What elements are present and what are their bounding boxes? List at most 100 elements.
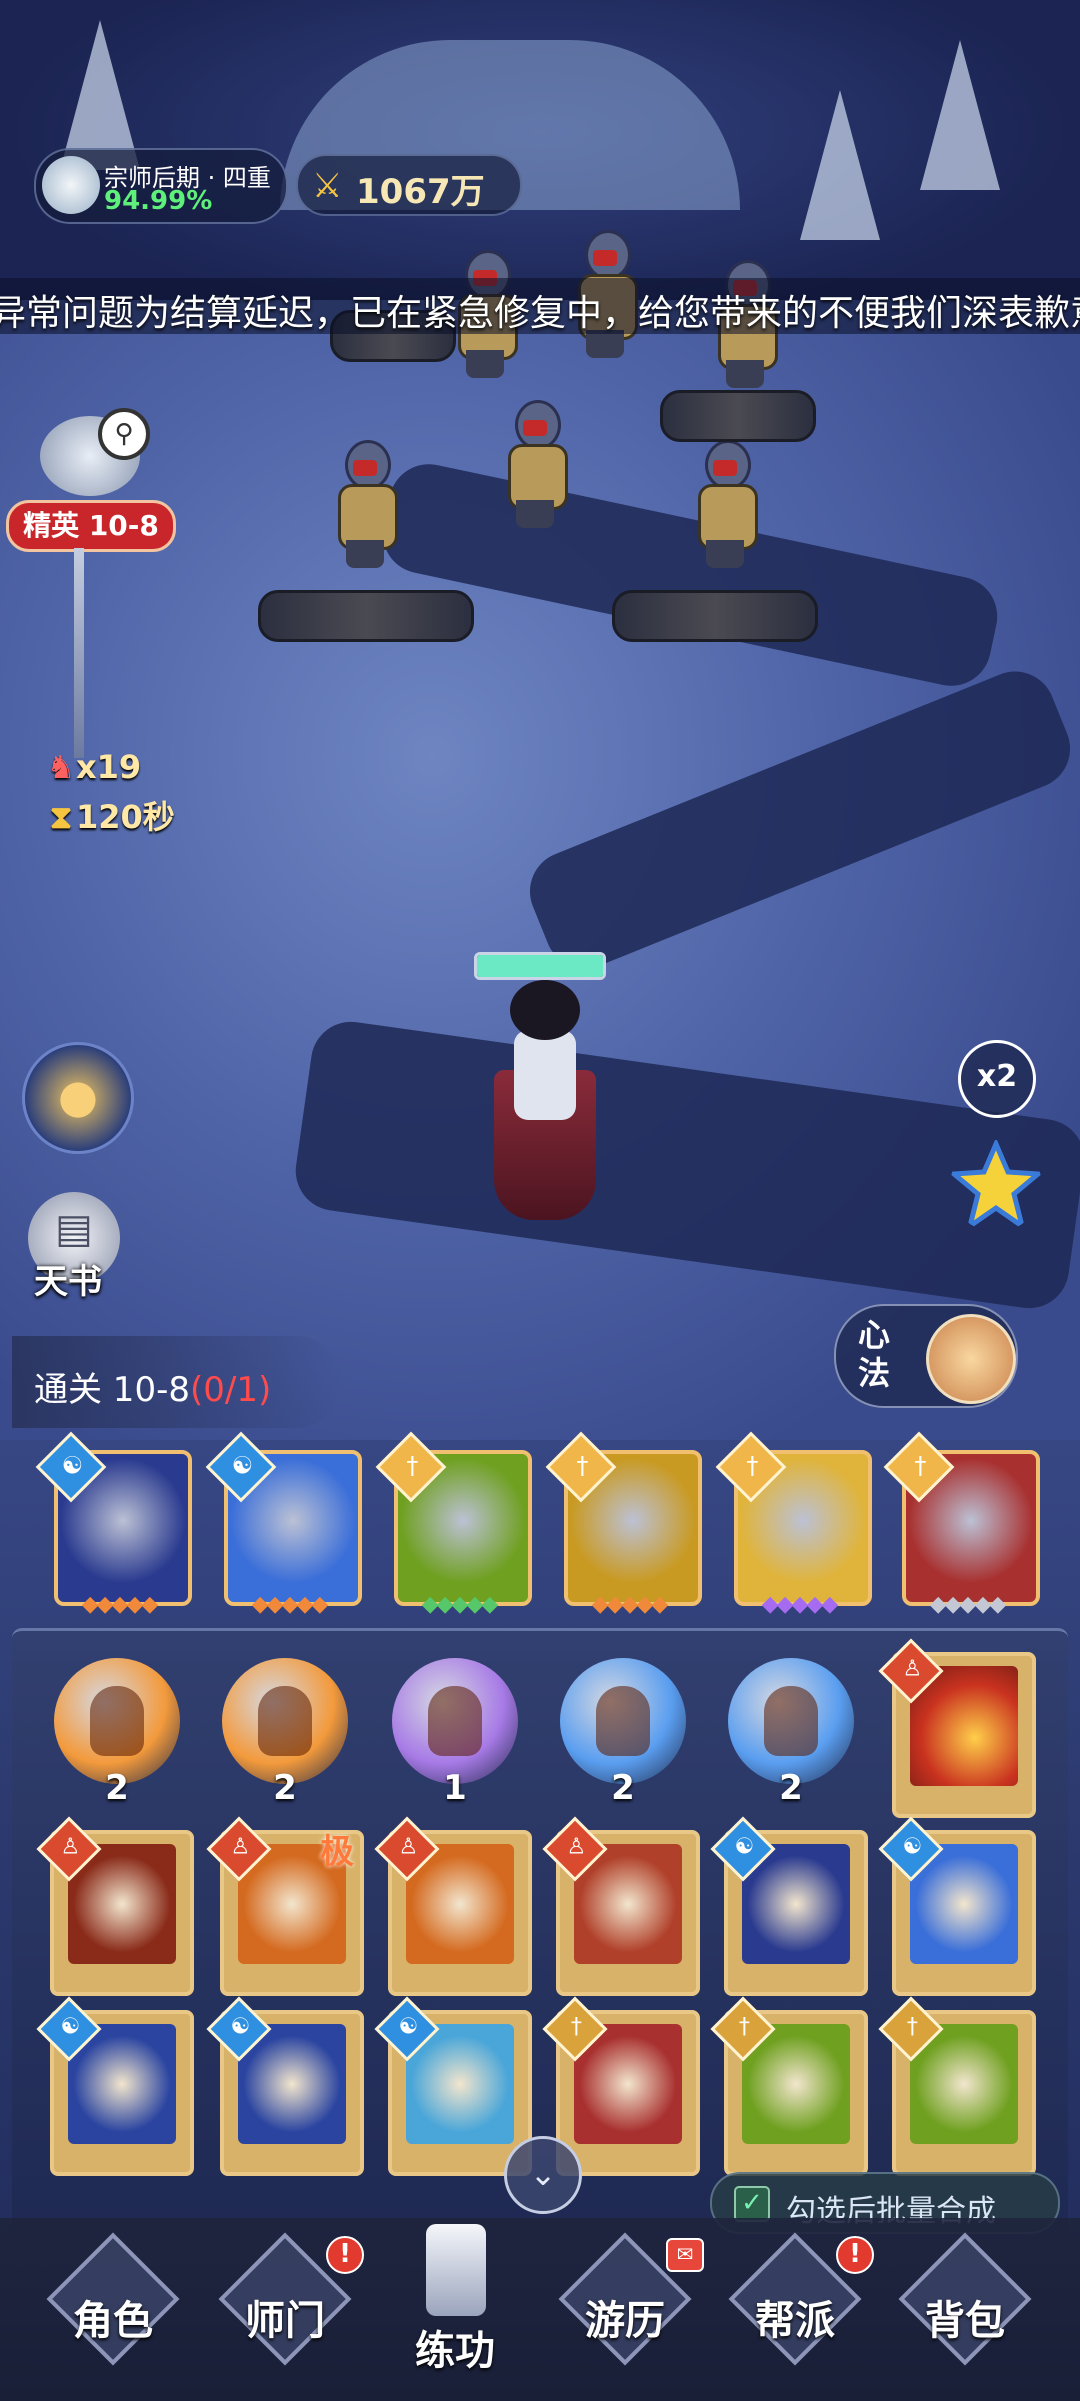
skill-book-card[interactable]: ♙ 极	[206, 1816, 364, 1996]
equipped-skill-slot[interactable]: ☯ ◆◆◆◆◆	[205, 1431, 362, 1618]
inner-power-orb[interactable]	[222, 1658, 348, 1784]
combat-power-value: 1067万	[356, 172, 485, 212]
meditation-icon	[926, 1314, 1016, 1404]
orb-count: 1	[443, 1768, 467, 1808]
skill-book-card[interactable]: ♙	[374, 1816, 532, 1996]
tianshu-label: 天书	[34, 1262, 102, 1302]
inner-power-orb[interactable]	[728, 1658, 854, 1784]
skill-book-card[interactable]: †	[542, 1996, 700, 2176]
nav-guild[interactable]: 帮派 !	[710, 2232, 880, 2390]
star-icon	[950, 1140, 1042, 1232]
enemy-soldier[interactable]	[490, 400, 580, 530]
enemies-left: x19	[76, 748, 142, 786]
skill-book-card[interactable]: †	[710, 1996, 868, 2176]
bottom-navigation: 角色 师门 ! 练功 游历 ✉ 帮派 ! 背包	[0, 2218, 1080, 2401]
skill-stars: ◆◆◆◆◆	[251, 1592, 329, 1617]
pine-tree	[920, 40, 1000, 190]
xinfa-button[interactable]: 心法	[834, 1304, 1018, 1408]
skill-book-card[interactable]: ☯	[710, 1816, 868, 1996]
skill-book-card[interactable]: ☯	[36, 1996, 194, 2176]
enemy-counter: ♞x19	[46, 748, 142, 786]
stage-progress-rail	[74, 548, 84, 758]
equipped-skill-slot[interactable]: † ◆◆◆◆◆	[375, 1431, 532, 1618]
equipped-skill-slot[interactable]: † ◆◆◆◆◆	[545, 1431, 702, 1618]
skill-stars: ◆◆◆◆◆	[761, 1592, 839, 1617]
enemy-soldier[interactable]	[680, 440, 770, 570]
announcement-banner: 异常问题为结算延迟，已在紧急修复中，给您带来的不便我们深表歉意	[0, 278, 1080, 334]
realm-progress: 94.99%	[104, 186, 213, 216]
clear-objective-progress: (0/1)	[189, 1370, 272, 1410]
orb-count: 2	[273, 1768, 297, 1808]
star-skill-button[interactable]	[950, 1140, 1042, 1232]
spiked-barrier	[258, 590, 474, 642]
nav-travel[interactable]: 游历 ✉	[540, 2232, 710, 2390]
player-hero[interactable]	[470, 940, 620, 1240]
meditating-figure-icon	[596, 1686, 650, 1756]
skill-stars: ◆◆◆◆◆	[929, 1592, 1007, 1617]
avatar	[42, 156, 100, 214]
meditating-figure-icon	[764, 1686, 818, 1756]
magnifier-icon: ⚲	[98, 408, 150, 460]
skill-stars: ◆◆◆◆◆	[81, 1592, 159, 1617]
skill-stars: ◆◆◆◆◆	[421, 1592, 499, 1617]
equipped-skill-slot[interactable]: † ◆◆◆◆◆	[715, 1431, 872, 1618]
alert-badge: !	[326, 2236, 364, 2274]
nav-role[interactable]: 角色	[28, 2232, 198, 2390]
realm-badge[interactable]: 宗师后期 · 四重 94.99%	[34, 148, 288, 224]
hourglass-icon: ⧗	[49, 798, 73, 836]
nav-training[interactable]: 练功	[370, 2224, 540, 2390]
equipped-skill-slot[interactable]: † ◆◆◆◆◆	[883, 1431, 1040, 1618]
nav-backpack-label: 背包	[925, 2298, 1005, 2344]
equipped-skill-slot[interactable]: ☯ ◆◆◆◆◆	[35, 1431, 192, 1618]
stage-tag: 精英 10-8	[6, 500, 176, 552]
speed-toggle-button[interactable]: x2	[958, 1040, 1036, 1118]
skill-stars: ◆◆◆◆◆	[591, 1592, 669, 1617]
pine-tree	[800, 90, 880, 240]
training-totem-icon	[426, 2224, 486, 2316]
time-left: 120秒	[76, 798, 175, 836]
skill-book-card[interactable]: ☯	[374, 1996, 532, 2176]
stage-map-button[interactable]: ⚲	[40, 408, 150, 496]
treasure-bag-button[interactable]: ●	[22, 1042, 134, 1154]
spiked-barrier	[660, 390, 816, 442]
orb-count: 2	[105, 1768, 129, 1808]
demon-head-icon: ♞	[46, 748, 76, 786]
enemy-soldier[interactable]	[320, 440, 410, 570]
collapse-panel-button[interactable]: ⌄	[504, 2136, 582, 2214]
nav-sect[interactable]: 师门 !	[200, 2232, 370, 2390]
scroll-icon: ▤	[55, 1206, 93, 1252]
clear-objective-text: 通关 10-8	[34, 1370, 190, 1410]
skill-book-card[interactable]: ♙	[878, 1638, 1036, 1818]
skill-book-card[interactable]: ☯	[206, 1996, 364, 2176]
skill-book-card[interactable]: ♙	[36, 1816, 194, 1996]
nav-sect-label: 师门	[245, 2298, 325, 2344]
bag-icon: ●	[57, 1069, 99, 1123]
skill-book-card[interactable]: ☯	[878, 1816, 1036, 1996]
inner-power-orb[interactable]	[560, 1658, 686, 1784]
clear-objective: 通关 10-8(0/1)	[12, 1336, 342, 1428]
announcement-text: 异常问题为结算延迟，已在紧急修复中，给您带来的不便我们深表歉意	[0, 293, 1080, 334]
xinfa-label: 心法	[858, 1316, 891, 1392]
combat-power-badge[interactable]: ⚔ 1067万	[296, 154, 522, 216]
crossed-swords-icon: ⚔	[312, 166, 343, 206]
chevron-down-icon: ⌄	[529, 2155, 557, 2193]
skill-book-card[interactable]: ♙	[542, 1816, 700, 1996]
nav-guild-label: 帮派	[755, 2298, 835, 2344]
batch-merge-checkbox[interactable]: ✓	[734, 2186, 770, 2222]
extreme-tier-label: 极	[320, 1832, 354, 1872]
meditating-figure-icon	[90, 1686, 144, 1756]
spiked-barrier	[612, 590, 818, 642]
orb-count: 2	[611, 1768, 635, 1808]
nav-travel-label: 游历	[585, 2298, 665, 2344]
meditating-figure-icon	[258, 1686, 312, 1756]
nav-training-label: 练功	[415, 2328, 495, 2374]
inner-power-orb[interactable]	[54, 1658, 180, 1784]
skill-book-card[interactable]: †	[878, 1996, 1036, 2176]
mail-badge-icon: ✉	[666, 2238, 704, 2272]
nav-role-label: 角色	[73, 2298, 153, 2344]
meditating-figure-icon	[428, 1686, 482, 1756]
alert-badge: !	[836, 2236, 874, 2274]
nav-backpack[interactable]: 背包	[880, 2232, 1050, 2390]
orb-count: 2	[779, 1768, 803, 1808]
inner-power-orb[interactable]	[392, 1658, 518, 1784]
